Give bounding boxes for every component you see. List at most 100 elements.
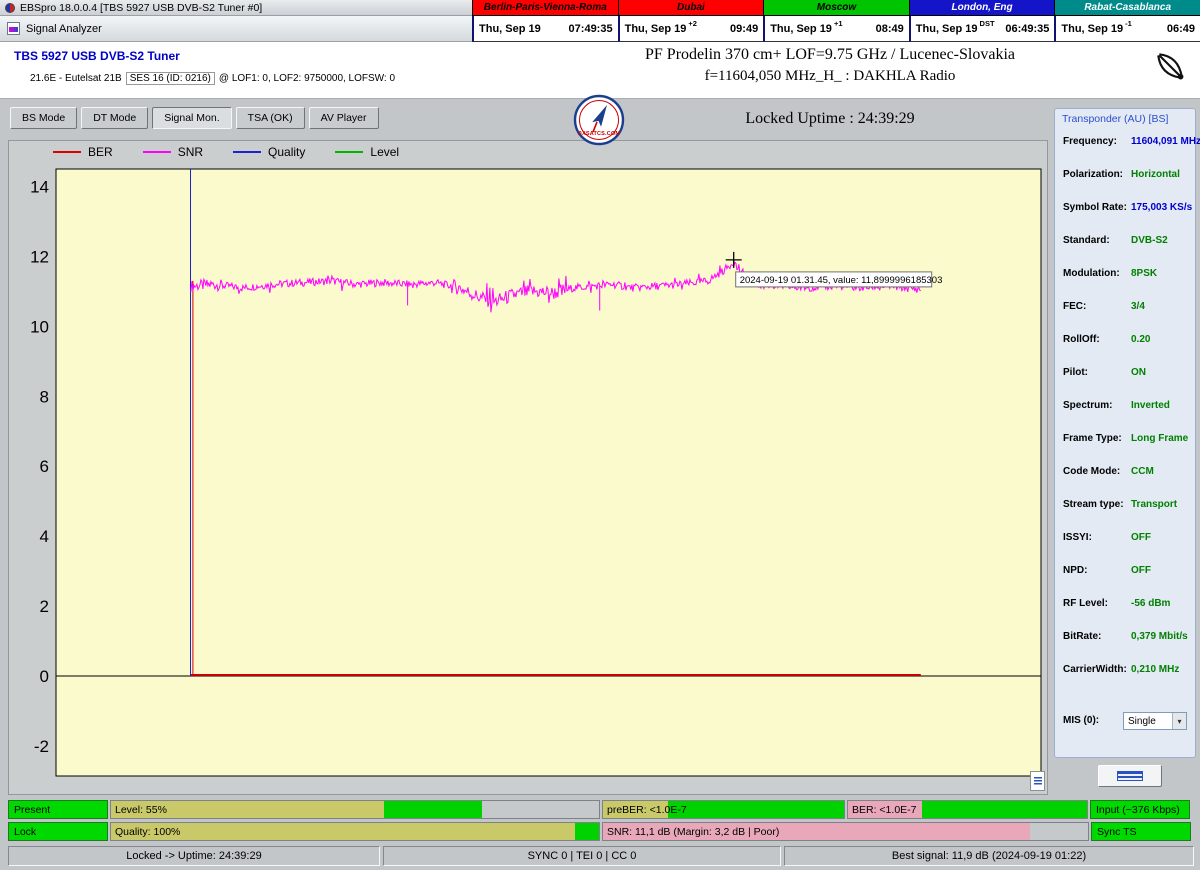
mode-tabs: BS ModeDT ModeSignal Mon.TSA (OK)AV Play… bbox=[10, 107, 379, 129]
transponder-label: FEC: bbox=[1063, 301, 1086, 312]
clock-date: Thu, Sep 19 bbox=[916, 23, 978, 35]
beam-id-box: SES 16 (ID: 0216) bbox=[126, 72, 215, 85]
meter-fill bbox=[111, 801, 599, 818]
clock-time: 09:49 bbox=[730, 23, 758, 35]
mis-row: MIS (0): Single ▾ bbox=[1063, 712, 1189, 730]
transponder-label: NPD: bbox=[1063, 565, 1087, 576]
menu-item-signal-analyzer[interactable]: Signal Analyzer bbox=[26, 23, 102, 35]
signal-analyzer-icon bbox=[7, 22, 20, 35]
chart-legend: BERSNRQualityLevel bbox=[53, 144, 399, 160]
clock-utc-offset: +2 bbox=[688, 16, 697, 28]
meter-label: preBER: <1.0E-7 bbox=[607, 804, 687, 816]
transponder-value: OFF bbox=[1131, 565, 1151, 576]
transponder-row-fec: FEC: 3/4 bbox=[1063, 301, 1191, 315]
chevron-down-icon: ▾ bbox=[1172, 713, 1186, 729]
transponder-value: 0.20 bbox=[1131, 334, 1150, 345]
transponder-row-frequency: Frequency:11604,091 MHz bbox=[1063, 136, 1191, 150]
y-tick-label: -2 bbox=[34, 737, 49, 756]
tab-signal-mon[interactable]: Signal Mon. bbox=[152, 107, 231, 129]
clock-time: 06:49:35 bbox=[1005, 23, 1049, 35]
lof-settings: @ LOF1: 0, LOF2: 9750000, LOFSW: 0 bbox=[219, 73, 395, 84]
tuner-title: TBS 5927 USB DVB-S2 Tuner bbox=[14, 49, 180, 63]
antenna-location-line: PF Prodelin 370 cm+ LOF=9.75 GHz / Lucen… bbox=[645, 46, 1015, 64]
transponder-row-rolloff: RollOff: 0.20 bbox=[1063, 334, 1191, 348]
transponder-label: Modulation: bbox=[1063, 268, 1120, 279]
transponder-row-frame-type: Frame Type:Long Frame bbox=[1063, 433, 1191, 447]
transponder-value: DVB-S2 bbox=[1131, 235, 1168, 246]
panel-action-button[interactable] bbox=[1098, 765, 1162, 787]
meter-segment bbox=[384, 801, 482, 818]
world-clock-4: Thu, Sep 19DST 06:49:35 bbox=[909, 16, 1055, 42]
transponder-row-code-mode: Code Mode: CCM bbox=[1063, 466, 1191, 480]
legend-label: Quality bbox=[268, 145, 305, 159]
statusbar-cell-1: Locked -> Uptime: 24:39:29 bbox=[8, 846, 380, 866]
transponder-row-rf-level: RF Level:-56 dBm bbox=[1063, 598, 1191, 612]
statusbar-cell-3: Best signal: 11,9 dB (2024-09-19 01:22) bbox=[784, 846, 1194, 866]
world-clock-5: Thu, Sep 19-106:49 bbox=[1054, 16, 1200, 42]
transponder-row-modulation: Modulation:8PSK bbox=[1063, 268, 1191, 282]
indicator-sync-ts: Sync TS bbox=[1091, 822, 1191, 841]
legend-label: SNR bbox=[178, 145, 203, 159]
clock-utc-offset: DST bbox=[980, 16, 995, 28]
meter-quality-100: Quality: 100% bbox=[110, 822, 600, 841]
tab-bs-mode[interactable]: BS Mode bbox=[10, 107, 77, 129]
reception-info: PF Prodelin 370 cm+ LOF=9.75 GHz / Lucen… bbox=[645, 46, 1015, 85]
window-title: EBSpro 18.0.0.4 [TBS 5927 USB DVB-S2 Tun… bbox=[20, 2, 262, 14]
y-tick-label: 2 bbox=[40, 597, 49, 616]
meter-segment bbox=[1030, 823, 1088, 840]
world-city-rabat-casablanca: Rabat-Casablanca bbox=[1054, 0, 1200, 16]
svg-text:2024-09-19 01.31.45, value: 11: 2024-09-19 01.31.45, value: 11,899999618… bbox=[740, 275, 943, 286]
tab-av-player[interactable]: AV Player bbox=[309, 107, 379, 129]
legend-label: BER bbox=[88, 145, 113, 159]
y-tick-label: 14 bbox=[30, 178, 49, 197]
clock-date: Thu, Sep 19 bbox=[625, 23, 687, 35]
transponder-value: OFF bbox=[1131, 532, 1151, 543]
y-tick-label: 6 bbox=[40, 457, 49, 476]
mis-label: MIS (0): bbox=[1063, 715, 1099, 726]
signal-chart[interactable]: 14121086420-22024-09-19 01.31.45, value:… bbox=[9, 141, 1049, 796]
indicator-lock: Lock bbox=[8, 822, 108, 841]
meter-segment bbox=[575, 823, 599, 840]
world-city-berlin-paris-vienna-roma: Berlin-Paris-Vienna-Roma bbox=[472, 0, 618, 16]
chart-corner-button[interactable] bbox=[1030, 771, 1045, 791]
transponder-row-pilot: Pilot:ON bbox=[1063, 367, 1191, 381]
transponder-label: RollOff: bbox=[1063, 334, 1100, 345]
transponder-label: Code Mode: bbox=[1063, 466, 1120, 477]
legend-line bbox=[53, 151, 81, 153]
dxsatcs-logo: DXSATCS.COM bbox=[573, 94, 625, 146]
indicator-input-376-kbps: Input (~376 Kbps) bbox=[1090, 800, 1190, 819]
clock-time: 08:49 bbox=[876, 23, 904, 35]
meter-label: SNR: 11,1 dB (Margin: 3,2 dB | Poor) bbox=[607, 826, 779, 838]
clock-date: Thu, Sep 19 bbox=[1061, 23, 1123, 35]
signal-chart-panel: BERSNRQualityLevel 14121086420-22024-09-… bbox=[8, 140, 1048, 795]
transponder-value: CCM bbox=[1131, 466, 1154, 477]
tab-tsa-ok[interactable]: TSA (OK) bbox=[236, 107, 305, 129]
world-clock-3: Thu, Sep 19+108:49 bbox=[763, 16, 909, 42]
app-icon bbox=[5, 3, 15, 13]
transponder-value: 11604,091 MHz bbox=[1131, 136, 1200, 147]
meter-segment bbox=[922, 801, 1087, 818]
chart-tooltip: 2024-09-19 01.31.45, value: 11,899999618… bbox=[736, 272, 943, 287]
transponder-value: 3/4 bbox=[1131, 301, 1145, 312]
transponder-label: Frequency: bbox=[1063, 136, 1117, 147]
y-tick-label: 10 bbox=[30, 317, 49, 336]
meter-ber-1-0e-7: BER: <1.0E-7 bbox=[847, 800, 1088, 819]
meter-label: Level: 55% bbox=[115, 804, 167, 816]
meter-segment bbox=[111, 823, 575, 840]
y-tick-label: 8 bbox=[40, 387, 49, 406]
device-icon bbox=[1117, 771, 1143, 781]
transponder-label: CarrierWidth: bbox=[1063, 664, 1127, 675]
transponder-label: Pilot: bbox=[1063, 367, 1088, 378]
menubar: Signal Analyzer bbox=[0, 16, 472, 42]
plot-area bbox=[56, 169, 1041, 776]
transponder-value: Horizontal bbox=[1131, 169, 1180, 180]
transponder-row-stream-type: Stream type:Transport bbox=[1063, 499, 1191, 513]
frequency-service-line: f=11604,050 MHz_H_ : DAKHLA Radio bbox=[645, 68, 1015, 85]
mis-selected-value: Single bbox=[1128, 716, 1156, 727]
header: TBS 5927 USB DVB-S2 Tuner 21.6E - Eutels… bbox=[0, 42, 1200, 99]
world-clock-2: Thu, Sep 19+2 09:49 bbox=[618, 16, 764, 42]
indicator-present: Present bbox=[8, 800, 108, 819]
tab-dt-mode[interactable]: DT Mode bbox=[81, 107, 148, 129]
transponder-row-spectrum: Spectrum:Inverted bbox=[1063, 400, 1191, 414]
mis-select[interactable]: Single ▾ bbox=[1123, 712, 1187, 730]
